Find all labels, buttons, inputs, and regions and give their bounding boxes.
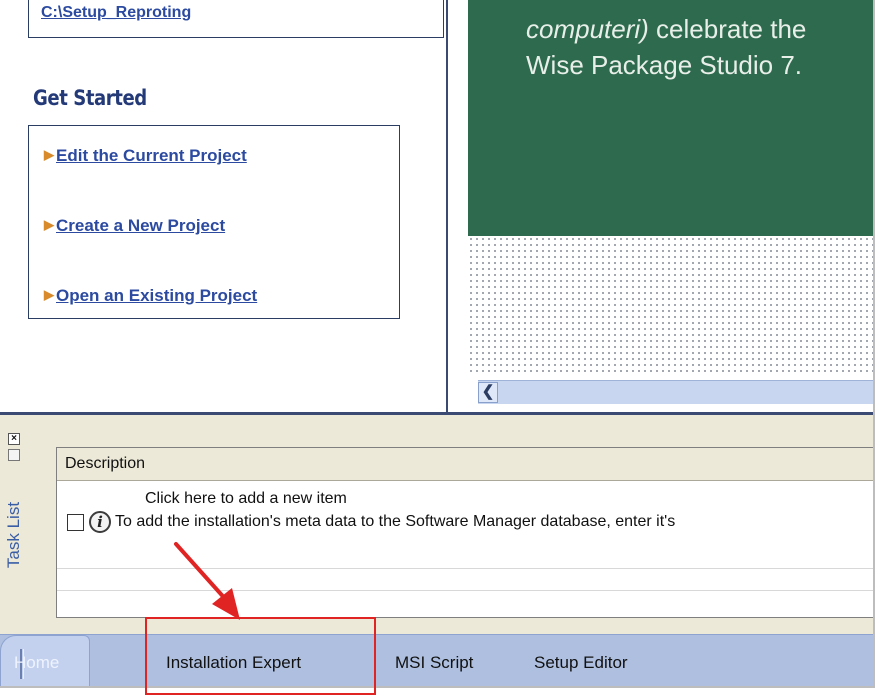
table-row[interactable]: i To add the installation's meta data to… xyxy=(57,510,873,536)
task-description: To add the installation's meta data to t… xyxy=(115,513,676,530)
open-existing-project-link[interactable]: ▶ Open an Existing Project xyxy=(44,286,257,306)
add-new-item-row[interactable]: Click here to add a new item xyxy=(145,490,347,508)
task-list-title: Task List xyxy=(2,467,26,597)
column-header-label: Description xyxy=(65,455,146,472)
link-label: Edit the Current Project xyxy=(56,146,247,165)
arrow-bullet-icon: ▶ xyxy=(44,217,54,232)
task-list-title-text: Task List xyxy=(4,501,23,569)
arrow-bullet-icon: ▶ xyxy=(44,287,54,302)
edit-current-project-link[interactable]: ▶ Edit the Current Project xyxy=(44,146,247,166)
red-arrow-icon xyxy=(174,542,240,620)
tab-home[interactable]: Home xyxy=(0,635,90,686)
task-checkbox[interactable] xyxy=(67,514,84,531)
tab-label: Home xyxy=(14,653,60,672)
promo-banner: computeri) celebrate the Wise Package St… xyxy=(468,0,873,236)
scroll-left-arrow-icon[interactable]: ❮ xyxy=(478,382,498,403)
start-page-left-pane: C:\Setup_Reproting Get Started ▶ Edit the… xyxy=(0,0,446,412)
wise-package-studio-window: C:\Setup_Reproting Get Started ▶ Edit the… xyxy=(0,0,875,688)
task-list-panel: × Task List Description Click here to ad… xyxy=(0,412,873,634)
banner-rest-text: celebrate the xyxy=(648,14,807,44)
start-page-right-pane: computeri) celebrate the Wise Package St… xyxy=(448,0,873,412)
banner-text-line1: computeri) celebrate the xyxy=(526,14,806,45)
highlight-box xyxy=(145,617,376,695)
tab-setup-editor[interactable]: Setup Editor xyxy=(534,653,628,673)
get-started-heading: Get Started xyxy=(33,86,147,110)
view-tab-bar: Home Installation Expert MSI Script Setu… xyxy=(0,634,873,686)
horizontal-scrollbar[interactable]: ❮ xyxy=(478,380,873,404)
tab-msi-script[interactable]: MSI Script xyxy=(395,653,473,673)
link-label: Create a New Project xyxy=(56,216,226,235)
close-icon[interactable]: × xyxy=(8,433,20,445)
banner-text-line2: Wise Package Studio 7. xyxy=(526,50,803,80)
recent-projects-box: C:\Setup_Reproting xyxy=(28,0,444,38)
float-panel-icon[interactable] xyxy=(8,449,20,461)
dotted-pattern-area xyxy=(468,236,873,376)
create-new-project-link[interactable]: ▶ Create a New Project xyxy=(44,216,225,236)
link-label: Open an Existing Project xyxy=(56,286,258,305)
info-icon: i xyxy=(89,511,111,533)
get-started-box: ▶ Edit the Current Project ▶ Create a New … xyxy=(28,125,400,319)
column-header-description[interactable]: Description xyxy=(57,448,873,481)
arrow-bullet-icon: ▶ xyxy=(44,147,54,162)
banner-italic-text: computeri) xyxy=(526,14,649,44)
recent-project-link[interactable]: C:\Setup_Reproting xyxy=(41,4,191,22)
